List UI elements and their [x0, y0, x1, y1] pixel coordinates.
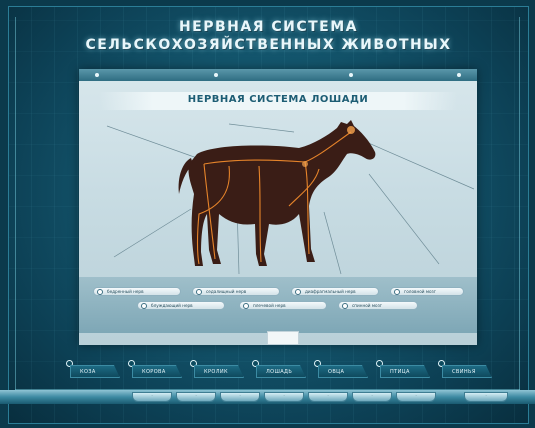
nerve-option-femoral[interactable]: бедренный нерв	[93, 287, 181, 296]
answer-box[interactable]	[267, 331, 299, 345]
toolbar-button[interactable]: ·	[396, 392, 436, 402]
toolbar-button-label: ·	[151, 394, 153, 398]
radio-icon	[295, 288, 301, 295]
animal-button-pig[interactable]: СВИНЬЯ	[438, 360, 498, 380]
nerve-option-label: блуждающий нерв	[151, 303, 193, 308]
animal-label: КОЗА	[80, 369, 96, 375]
animal-label: КРОЛИК	[204, 369, 228, 375]
nerve-option-spinal-cord[interactable]: спинной мозг	[338, 301, 418, 310]
animal-label: СВИНЬЯ	[452, 369, 476, 375]
nerve-option-label: бедренный нерв	[107, 289, 144, 294]
dot-icon	[95, 73, 99, 77]
nerve-option-sciatic[interactable]: седалищный нерв	[192, 287, 280, 296]
app-title-line2: СЕЛЬСКОХОЗЯЙСТВЕННЫХ ЖИВОТНЫХ	[85, 37, 452, 53]
toolbar-button-label: ·	[327, 394, 329, 398]
toolbar-button-label: ·	[415, 394, 417, 398]
animal-button-horse[interactable]: ЛОШАДЬ	[252, 360, 312, 380]
toolbar-button[interactable]: ·	[308, 392, 348, 402]
nerve-option-label: диафрагмальный нерв	[305, 289, 356, 294]
toolbar-button[interactable]: ·	[220, 392, 260, 402]
dot-icon	[457, 73, 461, 77]
panel-header-bar	[79, 69, 477, 81]
toolbar-button[interactable]: ·	[176, 392, 216, 402]
content-panel: НЕРВНАЯ СИСТЕМА ЛОШАДИ бедренный нерв се…	[79, 69, 477, 345]
panel-title: НЕРВНАЯ СИСТЕМА ЛОШАДИ	[187, 94, 369, 105]
dot-icon	[349, 73, 353, 77]
nerve-option-brain[interactable]: головной мозг	[390, 287, 464, 296]
toolbar-button[interactable]: ·	[264, 392, 304, 402]
radio-icon	[97, 288, 103, 295]
radio-icon	[243, 302, 249, 309]
toolbar-button-label: ·	[283, 394, 285, 398]
dot-icon	[214, 73, 218, 77]
nerve-option-label: плечевой нерв	[253, 303, 286, 308]
toolbar-button-label: ·	[371, 394, 373, 398]
animal-label: ЛОШАДЬ	[266, 369, 293, 375]
animal-button-bird[interactable]: ПТИЦА	[376, 360, 436, 380]
decor-line	[15, 17, 16, 397]
animal-label: ОВЦА	[328, 369, 345, 375]
toolbar-button[interactable]: ·	[132, 392, 172, 402]
toolbar-button[interactable]: ·	[352, 392, 392, 402]
toolbar-button-label: ·	[485, 394, 487, 398]
toolbar-button[interactable]: ·	[464, 392, 508, 402]
animal-button-sheep[interactable]: ОВЦА	[314, 360, 374, 380]
animal-label: КОРОВА	[142, 369, 166, 375]
nerve-option-brachial[interactable]: плечевой нерв	[239, 301, 327, 310]
nerve-option-phrenic[interactable]: диафрагмальный нерв	[291, 287, 379, 296]
toolbar-button-label: ·	[239, 394, 241, 398]
nerve-option-vagus[interactable]: блуждающий нерв	[137, 301, 225, 310]
radio-icon	[141, 302, 147, 309]
radio-icon	[196, 288, 202, 295]
nerve-option-label: головной мозг	[404, 289, 436, 294]
radio-icon	[342, 302, 348, 309]
toolbar-button-label: ·	[195, 394, 197, 398]
app-title-line1: НЕРВНАЯ СИСТЕМА	[178, 19, 359, 35]
animal-button-rabbit[interactable]: КРОЛИК	[190, 360, 250, 380]
animal-selector: КОЗА КОРОВА КРОЛИК ЛОШАДЬ ОВЦА ПТИЦА СВИ…	[0, 360, 535, 380]
animal-button-cow[interactable]: КОРОВА	[128, 360, 188, 380]
radio-icon	[394, 288, 400, 295]
animal-button-goat[interactable]: КОЗА	[66, 360, 126, 380]
nerve-option-label: спинной мозг	[352, 303, 382, 308]
animal-label: ПТИЦА	[390, 369, 410, 375]
decor-line	[519, 17, 520, 397]
horse-nervous-system-illustration	[106, 120, 475, 275]
nerve-option-label: седалищный нерв	[206, 289, 247, 294]
